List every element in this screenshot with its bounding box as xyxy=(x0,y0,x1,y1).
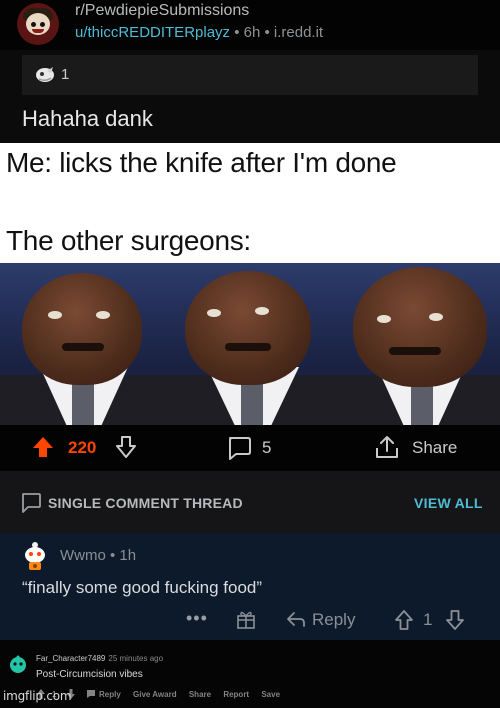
post-action-bar: 220 5 Share xyxy=(0,425,500,471)
post-header: r/PewdiepieSubmissions u/thiccREDDITERpl… xyxy=(0,0,500,50)
reply-button[interactable]: Reply xyxy=(312,610,355,630)
meme-caption-line-1: Me: licks the knife after I'm done xyxy=(6,147,397,178)
comment: Wwmo • 1h “finally some good fucking foo… xyxy=(0,533,500,640)
imgflip-watermark: imgflip.com xyxy=(3,689,72,703)
give-award-icon[interactable] xyxy=(235,608,257,630)
subreddit-name[interactable]: r/PewdiepieSubmissions xyxy=(75,2,249,20)
meme-panel-3 xyxy=(337,263,500,425)
snoo-avatar-icon[interactable] xyxy=(21,540,49,570)
post-meta-time-domain: • 6h • i.redd.it xyxy=(230,24,324,41)
downvote-icon[interactable] xyxy=(115,435,137,459)
single-comment-thread-label: SINGLE COMMENT THREAD xyxy=(48,495,243,511)
old-comment-time: 25 minutes ago xyxy=(108,654,164,663)
comment-thread-icon xyxy=(22,493,41,513)
single-comment-thread-bar: SINGLE COMMENT THREAD VIEW ALL xyxy=(0,471,500,533)
more-options-icon[interactable]: ••• xyxy=(186,608,208,629)
old-comment-author-line: Far_Character7489 25 minutes ago xyxy=(36,654,163,663)
meme-panel-2 xyxy=(163,263,337,425)
award-count: 1 xyxy=(61,66,70,83)
meme-image[interactable]: Me: licks the knife after I'm done The o… xyxy=(0,143,500,425)
comment-count: 5 xyxy=(262,438,272,457)
post-meta: u/thiccREDDITERplayz • 6h • i.redd.it xyxy=(75,24,323,41)
old-reddit-comment: Far_Character7489 25 minutes ago Post-Cir… xyxy=(0,640,500,708)
post-title[interactable]: Hahaha dank xyxy=(22,106,153,132)
old-save-button[interactable]: Save xyxy=(261,690,280,699)
view-all-button[interactable]: VIEW ALL xyxy=(414,495,483,511)
comment-body: “finally some good fucking food” xyxy=(22,578,263,597)
old-comment-body: Post-Circumcision vibes xyxy=(36,669,143,680)
old-reply-icon xyxy=(87,690,95,698)
snoo-avatar-icon[interactable] xyxy=(8,654,28,674)
avatar-eye-left xyxy=(31,22,36,27)
share-icon[interactable] xyxy=(374,434,400,460)
old-report-button[interactable]: Report xyxy=(223,690,249,699)
reply-icon[interactable] xyxy=(286,610,306,628)
comment-author[interactable]: Wwmo • 1h xyxy=(60,547,136,564)
award-bar[interactable]: 1 xyxy=(22,55,478,95)
comment-upvote-icon[interactable] xyxy=(394,609,414,631)
share-button[interactable]: Share xyxy=(412,438,457,458)
old-reply-button[interactable]: Reply xyxy=(99,690,121,699)
upvote-icon[interactable] xyxy=(32,436,54,458)
rocket-award-icon xyxy=(36,67,54,82)
old-share-button[interactable]: Share xyxy=(189,690,211,699)
old-give-award-button[interactable]: Give Award xyxy=(133,690,177,699)
comment-score: 1 xyxy=(423,610,433,629)
subreddit-avatar[interactable] xyxy=(17,3,59,45)
meme-panel-1 xyxy=(0,263,163,425)
old-comment-actions: Reply Give Award Share Report Save xyxy=(99,690,290,699)
old-comment-author[interactable]: Far_Character7489 xyxy=(36,654,105,663)
upvote-count: 220 xyxy=(68,438,97,457)
post-author-link[interactable]: u/thiccREDDITERplayz xyxy=(75,24,230,41)
meme-caption-line-2: The other surgeons: xyxy=(6,225,251,256)
comment-downvote-icon[interactable] xyxy=(445,609,465,631)
comment-icon[interactable] xyxy=(226,435,252,461)
avatar-eye-right xyxy=(40,22,45,27)
